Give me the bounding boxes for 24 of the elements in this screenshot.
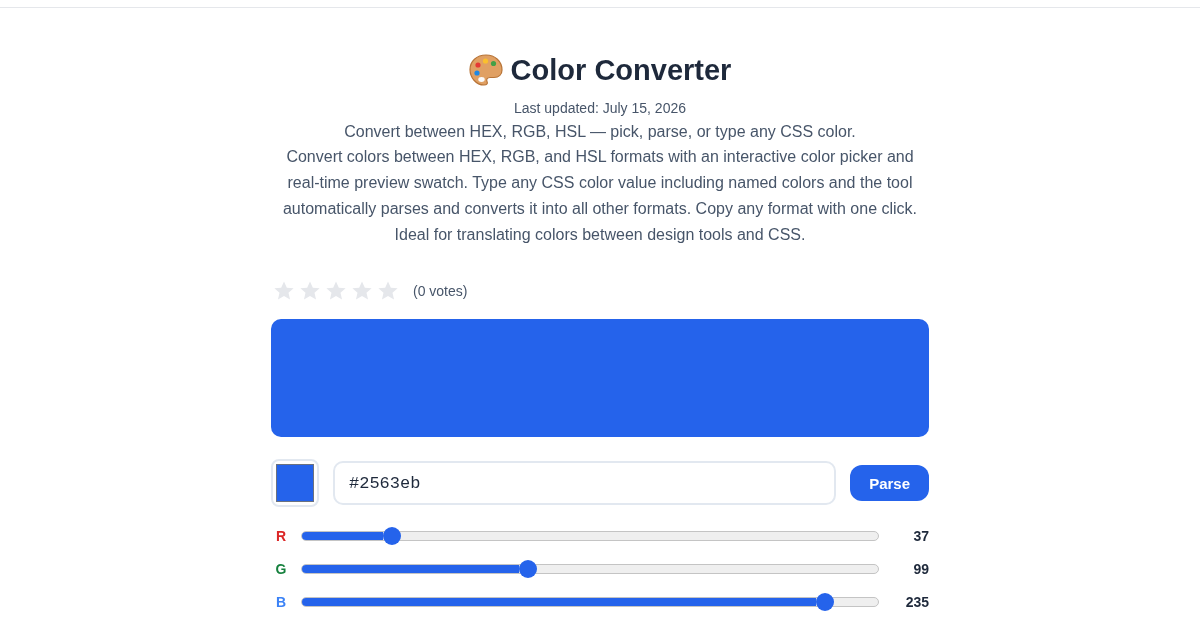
slider-thumb[interactable] — [518, 560, 537, 578]
parse-button[interactable]: Parse — [850, 465, 929, 501]
tagline-text: Convert between HEX, RGB, HSL — pick, parse, or type any CSS color. — [343, 122, 857, 142]
color-swatch-icon — [276, 464, 314, 502]
slider-thumb[interactable] — [816, 593, 835, 611]
description-text: Convert colors between HEX, RGB, and HSL formats with an interactive color picker and real-time preview swatch. Type any CSS color value including named colors and the tool automatically parses and converts it into all other formats. Copy any format with one click. Ideal for translating colors between design tools and CSS. — [281, 147, 919, 245]
channel-value: 235 — [904, 594, 929, 610]
star-icon[interactable] — [325, 280, 347, 302]
slider-thumb[interactable] — [382, 527, 401, 545]
page-title: Color Converter — [510, 53, 732, 87]
star-icon[interactable] — [299, 280, 321, 302]
star-icon[interactable] — [351, 280, 373, 302]
star-icon[interactable] — [273, 280, 295, 302]
last-updated-text: Last updated: July 15, 2026 — [513, 99, 687, 118]
star-icon[interactable] — [377, 280, 399, 302]
channel-value: 99 — [912, 561, 929, 577]
color-picker-button[interactable] — [271, 459, 319, 507]
color-input[interactable]: #2563eb — [333, 461, 837, 505]
channel-label: B — [274, 594, 288, 610]
palette-icon — [468, 54, 503, 86]
channel-label: G — [274, 561, 288, 577]
channel-label: R — [274, 528, 288, 544]
channel-value: 37 — [912, 528, 929, 544]
votes-count: (0 votes) — [413, 283, 468, 299]
